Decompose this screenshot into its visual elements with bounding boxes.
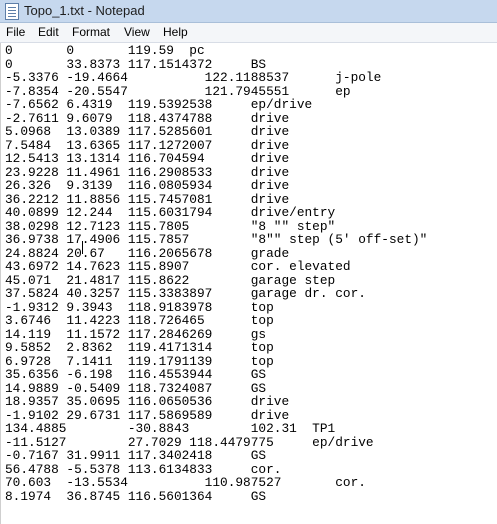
text-line: 36.9738 17.4906 115.7857 "8"" step (5' o… [5,232,428,247]
menu-file[interactable]: File [6,25,25,39]
text-content[interactable]: 0 0 119.59 pc 0 33.8373 117.1514372 BS -5.… [5,44,427,503]
text-line: -1.9102 29.6731 117.5869589 drive [5,407,290,423]
notepad-icon [5,3,19,20]
text-line: -5.3376 -19.4664 122.1188537 j-pole [5,70,382,85]
text-line: -1.9312 9.3943 118.9183978 top [5,299,274,315]
text-line: 36.2212 11.8856 115.7457081 drive [5,191,290,207]
title-bar[interactable]: Topo_1.txt - Notepad [0,0,497,23]
text-line: 0 33.8373 117.1514372 BS [5,56,267,72]
text-line: 5.0968 13.0389 117.5285601 drive [5,124,290,139]
menu-edit[interactable]: Edit [38,25,59,39]
text-line: -7.6562 6.4319 119.5392538 ep/drive [5,97,313,112]
menu-bar: File Edit Format View Help [0,23,497,43]
text-line: 12.5413 13.1314 116.704594 drive [5,151,290,166]
text-line: 6.9728 7.1411 119.1791139 top [5,353,274,369]
menu-view[interactable]: View [124,25,150,39]
menu-help[interactable]: Help [163,25,188,39]
text-line: 43.6972 14.7623 115.8907 cor. elevated [5,259,351,274]
text-line: 23.9228 11.4961 116.2908533 drive [5,164,290,180]
text-line: 40.0899 12.244 115.6031794 drive/entry [5,205,336,220]
menu-format[interactable]: Format [72,25,110,39]
text-line: 9.5852 2.8362 119.4171314 top [5,340,274,355]
text-line: 26.326 9.3139 116.0805934 drive [5,178,290,193]
text-line: 24.8824 20.67 116.2065678 grade [5,245,290,261]
text-line: 56.4788 -5.5378 113.6134833 cor. [5,461,282,477]
text-cursor [81,241,83,254]
text-line: -7.8354 -20.5547 121.7945551 ep [5,83,351,99]
text-line: 3.6746 11.4223 118.726465 top [5,313,274,328]
text-line: 35.6356 -6.198 116.4553944 GS [5,367,267,382]
text-line: 70.603 -13.5534 110.987527 cor. [5,475,366,490]
text-line: 8.1974 36.8745 116.5601364 GS [5,488,267,504]
text-line: 38.0298 12.7123 115.7805 "8 "" step" [5,218,336,234]
window-title: Topo_1.txt - Notepad [24,3,145,18]
text-line: 134.4885 -30.8843 102.31 TP1 [5,421,336,436]
text-line: -2.7611 9.6079 118.4374788 drive [5,110,290,126]
text-line: -0.7167 31.9911 117.3402418 GS [5,448,267,463]
text-line: 7.5484 13.6365 117.1272007 drive [5,137,290,153]
text-line: 14.9889 -0.5409 118.7324087 GS [5,380,267,396]
text-line: 18.9357 35.0695 116.0650536 drive [5,394,290,409]
text-editor[interactable]: 0 0 119.59 pc 0 33.8373 117.1514372 BS -5.… [0,43,497,524]
text-line: 45.071 21.4817 115.8622 garage step [5,272,336,288]
text-line: -11.5127 27.7029 118.4479775 ep/drive [5,434,374,450]
text-line: 14.119 11.1572 117.2846269 gs [5,326,267,342]
text-line: 37.5824 40.3257 115.3383897 garage dr. c… [5,286,366,301]
text-line: 0 0 119.59 pc [5,43,205,58]
